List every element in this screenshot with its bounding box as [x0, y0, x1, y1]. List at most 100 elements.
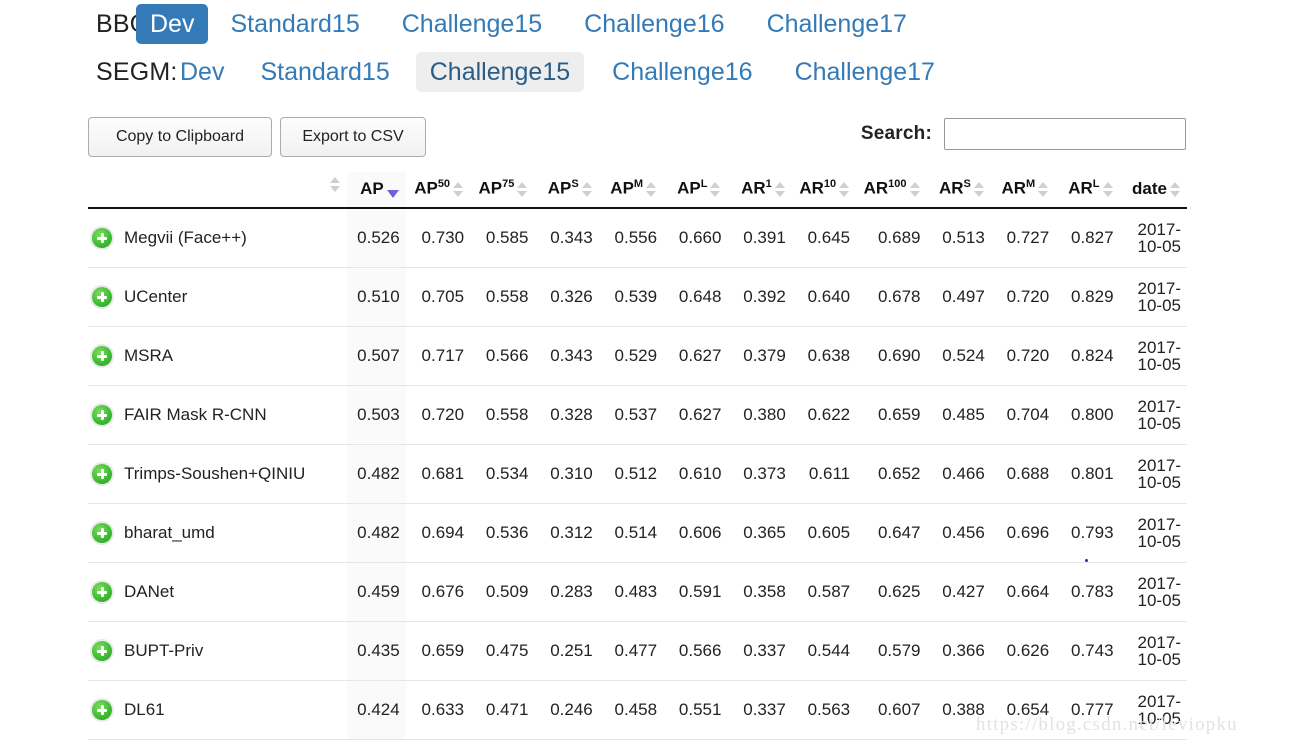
cell-model-name: DANet: [88, 562, 348, 622]
cell-apl: 0.627: [663, 385, 728, 445]
table-row[interactable]: FAIR Mask R-CNN 0.503 0.720 0.558 0.328 0.537…: [88, 385, 1187, 445]
model-name-label: UCenter: [124, 287, 188, 306]
cell-arm: 0.704: [990, 385, 1056, 445]
cell-arl: 0.801: [1055, 444, 1120, 504]
cell-model-name: Trimps-Soushen+QINIU: [88, 444, 348, 504]
sort-icon-ar100[interactable]: [909, 181, 921, 199]
col-header-ap75[interactable]: AP75: [470, 172, 535, 209]
tab-bbox-challenge16[interactable]: Challenge16: [570, 4, 738, 44]
expand-plus-icon[interactable]: [92, 228, 112, 248]
expand-plus-icon[interactable]: [92, 582, 112, 602]
cell-apl: 0.648: [663, 267, 728, 327]
cell-date: 2017-10-05: [1119, 621, 1187, 681]
expand-plus-icon[interactable]: [92, 405, 112, 425]
col-label-ar1: AR1: [741, 178, 772, 198]
tab-segm-standard15[interactable]: Standard15: [246, 52, 403, 92]
table-row[interactable]: Trimps-Soushen+QINIU 0.482 0.681 0.534 0.310…: [88, 444, 1187, 504]
sort-icon-ars[interactable]: [973, 181, 985, 199]
cell-ap: 0.482: [347, 503, 406, 563]
sort-icon-arm[interactable]: [1038, 181, 1049, 199]
table-row[interactable]: DANet 0.459 0.676 0.509 0.283 0.483 0.591 0.358…: [88, 562, 1187, 622]
cell-ap50: 0.694: [405, 503, 471, 563]
col-header-date[interactable]: date: [1119, 172, 1187, 209]
cell-ar1: 0.392: [727, 267, 792, 327]
sort-icon-ar10[interactable]: [839, 181, 850, 199]
tab-segm-challenge16[interactable]: Challenge16: [598, 52, 766, 92]
cell-date: 2017-10-05: [1119, 267, 1187, 327]
model-name-label: FAIR Mask R-CNN: [124, 405, 267, 424]
cell-aps: 0.343: [534, 326, 599, 386]
tab-bbox-dev[interactable]: Dev: [136, 4, 209, 44]
cell-ar1: 0.337: [727, 621, 792, 681]
expand-plus-icon[interactable]: [92, 346, 112, 366]
expand-plus-icon[interactable]: [92, 700, 112, 720]
tab-bbox-challenge15[interactable]: Challenge15: [388, 4, 556, 44]
col-header-ar1[interactable]: AR1: [727, 172, 792, 209]
col-header-ap[interactable]: AP: [347, 172, 406, 209]
sort-icon-ap50[interactable]: [453, 181, 464, 199]
watermark-text: https://blog.csdn.net/leviopku: [976, 714, 1238, 735]
table-row[interactable]: BUPT-Priv 0.435 0.659 0.475 0.251 0.477 0.566 0…: [88, 621, 1187, 681]
cell-ar100: 0.659: [856, 385, 927, 445]
cell-ap: 0.424: [347, 680, 406, 740]
table-row[interactable]: UCenter 0.510 0.705 0.558 0.326 0.539 0.648 0.3…: [88, 267, 1187, 327]
col-header-ap50[interactable]: AP50: [405, 172, 471, 209]
table-row[interactable]: Megvii (Face++) 0.526 0.730 0.585 0.343 0.556…: [88, 208, 1187, 268]
expand-plus-icon[interactable]: [92, 523, 112, 543]
cell-apm: 0.537: [598, 385, 664, 445]
cell-arl: 0.743: [1055, 621, 1120, 681]
table-row[interactable]: bharat_umd 0.482 0.694 0.536 0.312 0.514 0.606…: [88, 503, 1187, 563]
cell-ap: 0.435: [347, 621, 406, 681]
col-header-ar10[interactable]: AR10: [791, 172, 857, 209]
expand-plus-icon[interactable]: [92, 641, 112, 661]
col-header-arl[interactable]: ARL: [1055, 172, 1120, 209]
col-header-aps[interactable]: APS: [534, 172, 599, 209]
tab-bbox-challenge17[interactable]: Challenge17: [753, 4, 921, 44]
cell-ar1: 0.391: [727, 208, 792, 268]
leaderboard-table: AP AP50 AP75 APS APM APL AR1 AR10 AR100 …: [88, 172, 1187, 740]
col-header-ars[interactable]: ARS: [926, 172, 991, 209]
sort-icon-ar1[interactable]: [774, 181, 786, 199]
cell-ap75: 0.509: [470, 562, 535, 622]
col-header-apl[interactable]: APL: [663, 172, 728, 209]
tab-segm-challenge15[interactable]: Challenge15: [415, 52, 585, 92]
cell-ap50: 0.659: [405, 621, 471, 681]
cell-apm: 0.458: [598, 680, 664, 740]
cell-ar100: 0.625: [856, 562, 927, 622]
tab-segm-dev[interactable]: Dev: [166, 52, 238, 92]
sort-icon-name[interactable]: [330, 176, 341, 194]
cell-apl: 0.627: [663, 326, 728, 386]
export-to-csv-button[interactable]: Export to CSV: [280, 117, 426, 157]
sort-icon-aps[interactable]: [581, 181, 593, 199]
cell-ap50: 0.717: [405, 326, 471, 386]
col-header-arm[interactable]: ARM: [990, 172, 1056, 209]
cell-ap50: 0.681: [405, 444, 471, 504]
col-header-name[interactable]: [88, 172, 348, 209]
cell-aps: 0.343: [534, 208, 599, 268]
sort-icon-arl[interactable]: [1102, 181, 1114, 199]
sort-icon-apl[interactable]: [710, 181, 721, 199]
cell-ap: 0.459: [347, 562, 406, 622]
copy-to-clipboard-button[interactable]: Copy to Clipboard: [88, 117, 272, 157]
col-header-ar100[interactable]: AR100: [856, 172, 927, 209]
expand-plus-icon[interactable]: [92, 464, 112, 484]
cell-ap: 0.503: [347, 385, 406, 445]
cell-ars: 0.427: [926, 562, 991, 622]
sort-icon-date[interactable]: [1170, 181, 1181, 199]
cell-ap75: 0.585: [470, 208, 535, 268]
bbox-tabs: Dev Standard15 Challenge15 Challenge16 C…: [130, 4, 921, 44]
table-row[interactable]: MSRA 0.507 0.717 0.566 0.343 0.529 0.627 0.379 0…: [88, 326, 1187, 386]
search-input[interactable]: [944, 118, 1186, 150]
cell-ars: 0.485: [926, 385, 991, 445]
tab-bbox-standard15[interactable]: Standard15: [216, 4, 373, 44]
expand-plus-icon[interactable]: [92, 287, 112, 307]
cell-ars: 0.456: [926, 503, 991, 563]
sort-icon-apm[interactable]: [646, 181, 657, 199]
cell-ar10: 0.638: [791, 326, 857, 386]
cell-apm: 0.483: [598, 562, 664, 622]
tab-segm-challenge17[interactable]: Challenge17: [781, 52, 949, 92]
sort-icon-ap75[interactable]: [517, 181, 528, 199]
col-header-apm[interactable]: APM: [598, 172, 664, 209]
sort-icon-ap-desc[interactable]: [386, 185, 400, 199]
cell-apm: 0.556: [598, 208, 664, 268]
